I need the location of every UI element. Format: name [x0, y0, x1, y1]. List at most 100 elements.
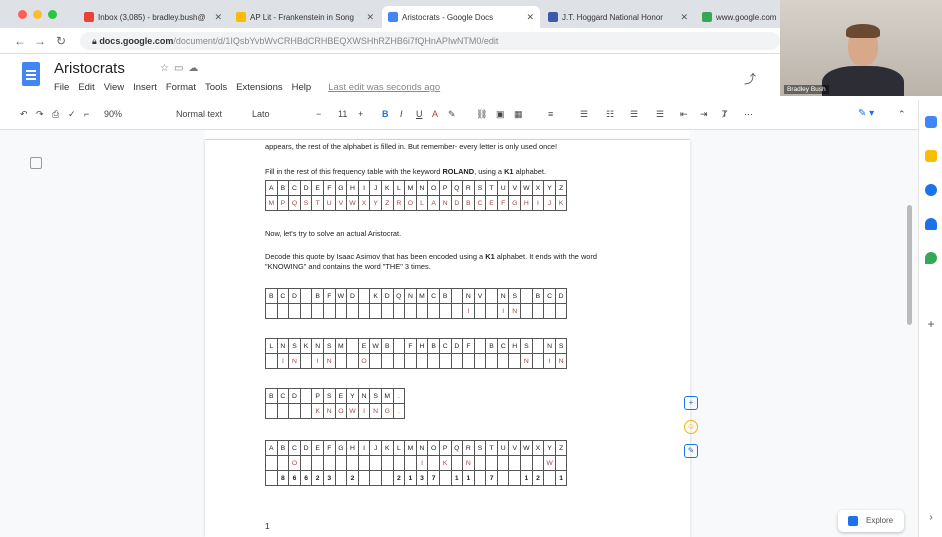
italic-icon[interactable]: I [400, 109, 403, 119]
comment-icon[interactable]: ▣ [496, 109, 505, 120]
menu-help[interactable]: Help [292, 82, 312, 93]
contacts-icon[interactable] [925, 218, 937, 230]
plain-cell[interactable] [450, 303, 464, 319]
close-tab-icon[interactable]: ✕ [680, 12, 688, 23]
menu-edit[interactable]: Edit [78, 82, 94, 93]
k1-cell[interactable]: D [450, 195, 464, 211]
plain-cell[interactable] [508, 353, 522, 369]
count-cell[interactable]: 1 [554, 470, 568, 486]
emoji-reaction-icon[interactable]: ☺ [684, 420, 698, 434]
collapse-toolbar-icon[interactable]: ⌃ [898, 109, 906, 120]
plain-cell[interactable] [485, 353, 498, 369]
plain-cell[interactable] [473, 455, 487, 471]
star-icon[interactable]: ☆ [160, 63, 174, 74]
plain-cell[interactable] [462, 353, 475, 369]
add-addon-icon[interactable]: + [925, 318, 937, 330]
ruler[interactable] [205, 130, 690, 140]
docs-home-icon[interactable] [22, 62, 40, 86]
plain-cell[interactable] [346, 303, 359, 319]
count-cell[interactable] [265, 470, 278, 486]
close-tab-icon[interactable]: ✕ [214, 12, 222, 23]
count-cell[interactable] [473, 470, 487, 486]
plain-cell[interactable] [473, 303, 487, 319]
plain-cell[interactable]: I [462, 303, 475, 319]
plain-cell[interactable] [415, 353, 429, 369]
count-cell[interactable] [543, 470, 556, 486]
style-select[interactable]: Normal text [176, 109, 222, 119]
browser-tab-google[interactable]: www.google.com [696, 6, 786, 28]
plain-cell[interactable] [265, 353, 278, 369]
plain-cell[interactable] [276, 403, 290, 419]
count-cell[interactable]: 3 [322, 470, 336, 486]
plain-cell[interactable] [427, 455, 440, 471]
k1-cell[interactable]: E [485, 195, 498, 211]
close-tab-icon[interactable]: ✕ [526, 12, 534, 23]
decrease-font-icon[interactable]: − [316, 109, 321, 119]
count-cell[interactable]: 1 [462, 470, 475, 486]
plain-cell[interactable]: W [543, 455, 556, 471]
browser-tab-aristocrats[interactable]: Aristocrats - Google Docs ✕ [382, 6, 540, 28]
document-page[interactable]: appears, the rest of the alphabet is fil… [205, 140, 690, 537]
count-cell[interactable]: 1 [404, 470, 417, 486]
k1-cell[interactable]: J [543, 195, 556, 211]
k1-cell[interactable]: I [531, 195, 545, 211]
plain-cell[interactable] [334, 455, 348, 471]
plain-cell[interactable] [427, 303, 440, 319]
count-cell[interactable]: 7 [485, 470, 498, 486]
plain-cell[interactable] [369, 353, 382, 369]
back-icon[interactable]: ← [14, 34, 26, 48]
plain-cell[interactable] [322, 303, 336, 319]
plain-cell[interactable] [520, 303, 533, 319]
menu-insert[interactable]: Insert [133, 82, 157, 93]
k1-cell[interactable]: Q [288, 195, 301, 211]
plain-cell[interactable] [531, 303, 545, 319]
image-icon[interactable]: ▦ [514, 109, 523, 120]
tasks-icon[interactable] [925, 184, 937, 196]
plain-cell[interactable] [265, 403, 278, 419]
count-cell[interactable] [380, 470, 394, 486]
plain-cell[interactable] [438, 303, 452, 319]
menu-tools[interactable]: Tools [205, 82, 227, 93]
plain-cell[interactable]: G [380, 403, 394, 419]
k1-cell[interactable]: K [554, 195, 568, 211]
more-icon[interactable]: ⋯ [744, 109, 753, 120]
k1-cell[interactable]: F [496, 195, 510, 211]
reload-icon[interactable]: ↻ [56, 34, 66, 48]
plain-cell[interactable] [265, 455, 278, 471]
checklist-icon[interactable]: ☷ [606, 109, 614, 120]
plain-cell[interactable]: N [369, 403, 382, 419]
plain-cell[interactable] [496, 455, 510, 471]
plain-cell[interactable] [265, 303, 278, 319]
activity-trend-icon[interactable]: ⤴ [744, 70, 756, 87]
plain-cell[interactable] [531, 455, 545, 471]
plain-cell[interactable] [531, 353, 545, 369]
k1-cell[interactable]: R [392, 195, 406, 211]
last-edit-link[interactable]: Last edit was seconds ago [328, 82, 440, 93]
plain-cell[interactable] [288, 403, 301, 419]
plain-cell[interactable]: K [311, 403, 324, 419]
bullet-list-icon[interactable]: ☰ [630, 109, 638, 120]
count-cell[interactable]: 2 [346, 470, 359, 486]
line-spacing-icon[interactable]: ☰ [580, 109, 588, 120]
plain-cell[interactable]: I [311, 353, 324, 369]
plain-cell[interactable]: I [543, 353, 556, 369]
address-bar[interactable]: 🔒︎ docs.google.com/document/d/1IQsbYvbWv… [80, 32, 780, 50]
bold-icon[interactable]: B [382, 109, 389, 119]
plain-cell[interactable]: N [462, 455, 475, 471]
plain-cell[interactable] [392, 455, 406, 471]
plain-cell[interactable] [357, 455, 371, 471]
plain-cell[interactable] [520, 455, 533, 471]
plain-cell[interactable]: N [520, 353, 533, 369]
document-title[interactable]: Aristocrats [54, 60, 125, 77]
browser-tab-inbox[interactable]: Inbox (3,085) - bradley.bush@ ✕ [78, 6, 228, 28]
plain-cell[interactable]: O [288, 455, 301, 471]
plain-cell[interactable] [299, 353, 313, 369]
menu-extensions[interactable]: Extensions [236, 82, 282, 93]
count-cell[interactable] [369, 470, 382, 486]
plain-cell[interactable]: O [334, 403, 348, 419]
menu-file[interactable]: File [54, 82, 69, 93]
count-cell[interactable]: 6 [288, 470, 301, 486]
plain-cell[interactable] [346, 455, 359, 471]
plain-cell[interactable] [299, 303, 313, 319]
plain-cell[interactable] [450, 353, 464, 369]
